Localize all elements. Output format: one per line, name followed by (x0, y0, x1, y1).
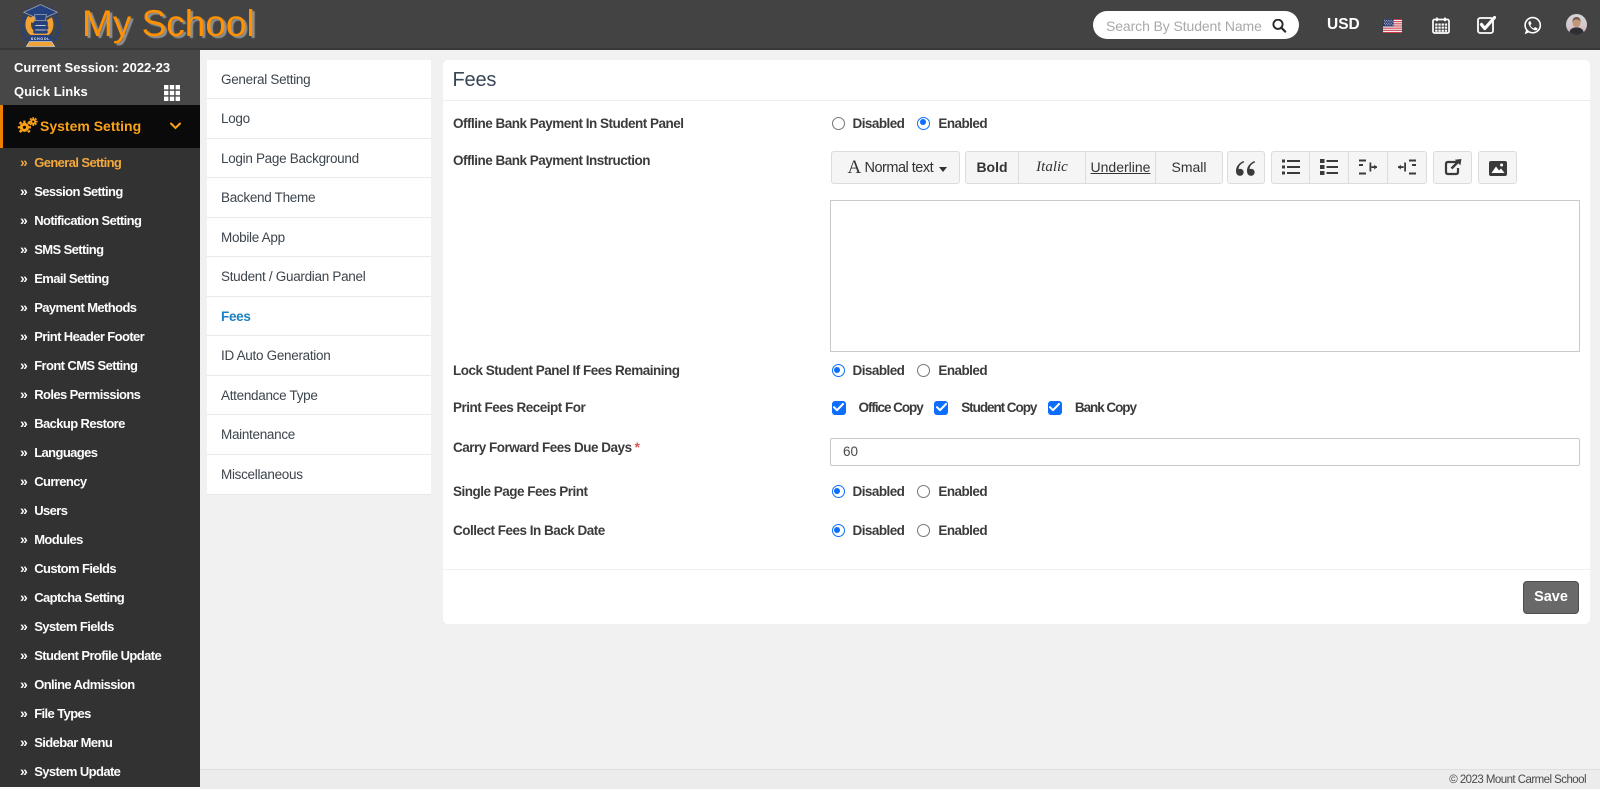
svg-text:SCHOOL: SCHOOL (31, 37, 50, 41)
